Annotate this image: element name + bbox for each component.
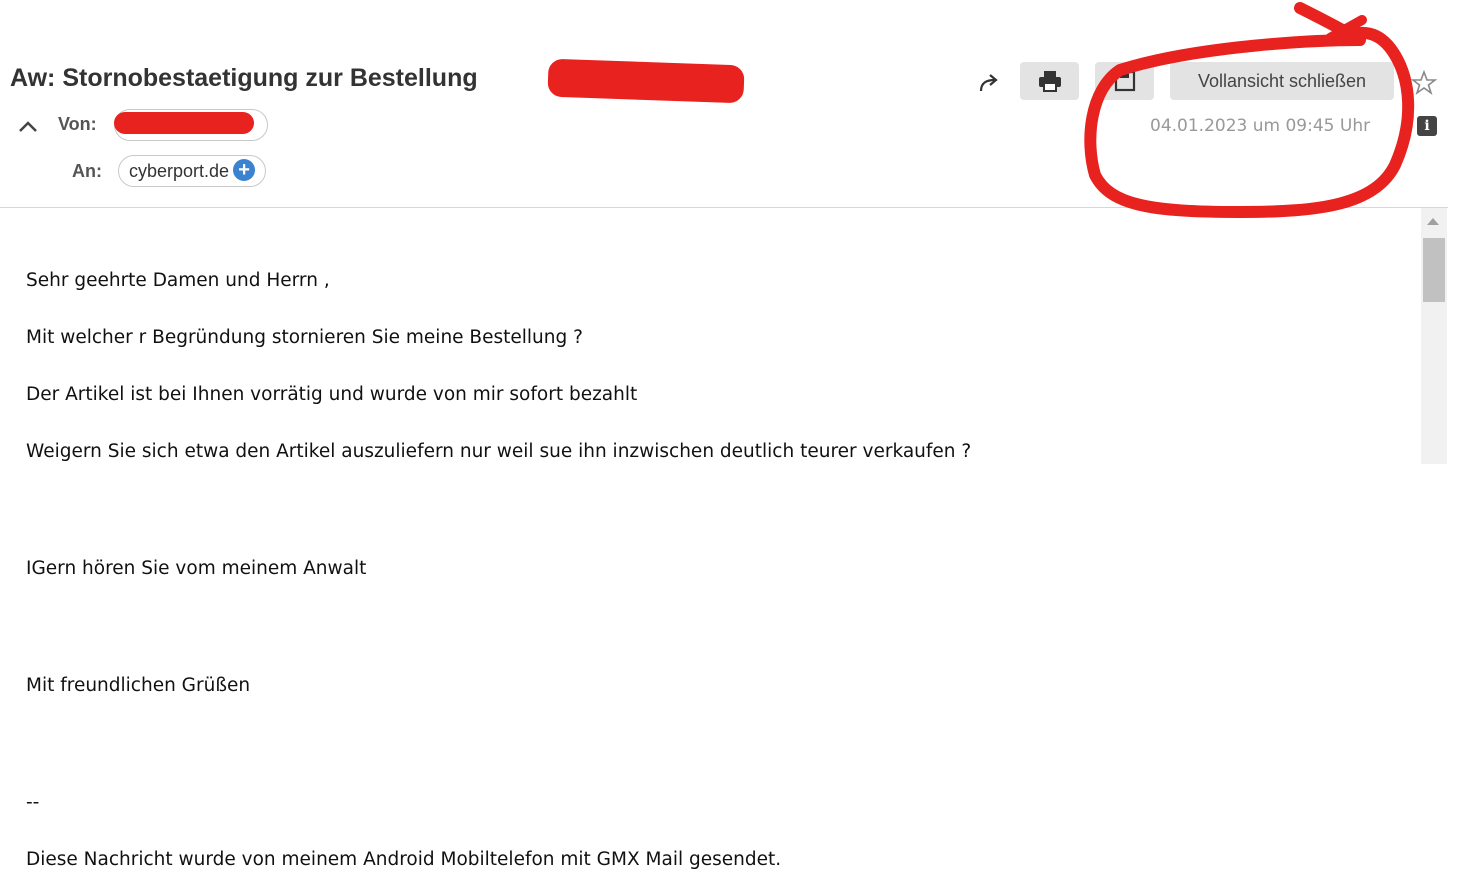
body-line: Mit freundlichen Grüßen <box>26 675 251 696</box>
save-button[interactable] <box>1095 62 1154 100</box>
scroll-up-arrow-icon[interactable] <box>1427 218 1439 225</box>
body-line: -- <box>26 792 40 813</box>
info-icon[interactable]: i <box>1417 116 1437 136</box>
to-recipient-name: cyberport.de <box>129 161 230 181</box>
from-label: Von: <box>58 114 97 134</box>
chevron-up-icon[interactable] <box>16 116 40 136</box>
print-icon <box>1038 71 1061 92</box>
body-line: Weigern Sie sich etwa den Artikel auszul… <box>26 441 972 462</box>
body-line: Sehr geehrte Damen und Herrn , <box>26 270 330 291</box>
body-line <box>26 733 971 755</box>
add-contact-icon[interactable]: + <box>233 159 256 182</box>
save-icon <box>1114 70 1135 92</box>
body-line: Mit welcher r Begründung stornieren Sie … <box>26 327 583 348</box>
print-button[interactable] <box>1020 62 1079 100</box>
body-line: IGern hören Sie vom meinem Anwalt <box>26 558 367 579</box>
redaction-mark <box>547 58 745 104</box>
to-label: An: <box>72 161 102 181</box>
close-fullview-button[interactable]: Vollansicht schließen <box>1170 62 1394 100</box>
body-line: Der Artikel ist bei Ihnen vorrätig und w… <box>26 384 638 405</box>
forward-icon[interactable] <box>976 71 1002 95</box>
header-divider <box>0 207 1448 208</box>
vertical-scrollbar[interactable] <box>1421 208 1447 464</box>
scrollbar-thumb[interactable] <box>1423 238 1445 302</box>
body-line: Diese Nachricht wurde von meinem Android… <box>26 849 782 870</box>
star-icon[interactable] <box>1411 70 1437 96</box>
email-subject: Aw: Stornobestaetigung zur Bestellung <box>10 64 478 92</box>
body-line <box>26 616 971 638</box>
body-line <box>26 499 971 521</box>
message-body: Sehr geehrte Damen und Herrn , Mit welch… <box>26 233 971 888</box>
to-recipient-chip[interactable]: cyberport.de + <box>118 155 267 187</box>
redaction-mark <box>114 112 254 134</box>
message-date: 04.01.2023 um 09:45 Uhr <box>1150 116 1371 136</box>
